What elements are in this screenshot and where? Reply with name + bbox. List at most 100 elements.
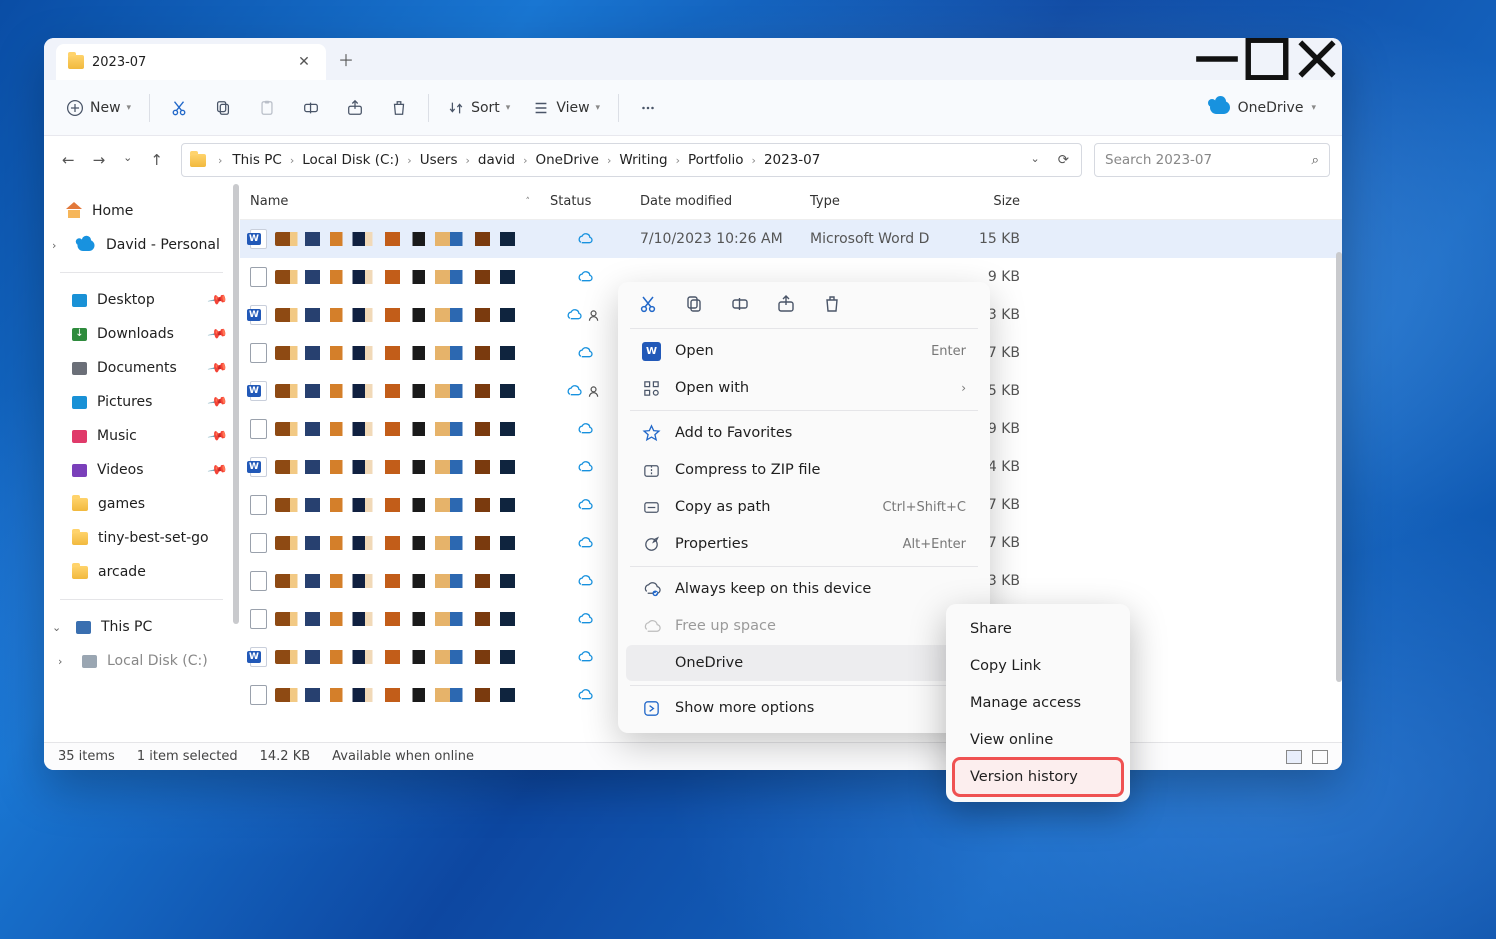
sort-button[interactable]: Sort▾: [437, 90, 520, 126]
status-icon: [540, 382, 630, 400]
maximize-button[interactable]: [1242, 38, 1292, 80]
file-row[interactable]: 7/10/2023 10:26 AMMicrosoft Word D15 KB: [240, 220, 1342, 258]
col-size[interactable]: Size: [940, 194, 1030, 209]
more-button[interactable]: [627, 90, 669, 126]
ctx-rename-button[interactable]: [730, 294, 750, 314]
window-controls: [1192, 38, 1342, 80]
col-type[interactable]: Type: [800, 194, 940, 209]
col-date[interactable]: Date modified: [630, 194, 800, 209]
refresh-button[interactable]: ⟳: [1058, 152, 1069, 168]
breadcrumb[interactable]: OneDrive: [531, 152, 602, 168]
status-size: 14.2 KB: [260, 749, 311, 764]
tab-title: 2023-07: [92, 55, 146, 70]
breadcrumb[interactable]: Portfolio: [684, 152, 748, 168]
sidebar-item-desktop[interactable]: Desktop📌: [44, 283, 239, 317]
titlebar: 2023-07 ✕ ＋: [44, 38, 1342, 80]
address-row: ← → ⌄ ↑ › This PC›Local Disk (C:)›Users›…: [44, 136, 1342, 184]
folder-icon: [72, 362, 87, 375]
address-bar[interactable]: › This PC›Local Disk (C:)›Users›david›On…: [181, 143, 1082, 177]
file-name-redacted: [275, 460, 525, 474]
status-count: 35 items: [58, 749, 115, 764]
ctx-show-more[interactable]: Show more options: [626, 690, 982, 726]
col-status[interactable]: Status: [540, 194, 630, 209]
delete-button[interactable]: [378, 90, 420, 126]
content-scrollbar[interactable]: [1336, 252, 1342, 682]
share-button[interactable]: [334, 90, 376, 126]
view-large-button[interactable]: [1312, 750, 1328, 764]
ctx-cut-button[interactable]: [638, 294, 658, 314]
breadcrumb[interactable]: Users: [416, 152, 462, 168]
sidebar-item-tiny-best-set-go[interactable]: tiny-best-set-go: [44, 521, 239, 555]
sidebar-item-downloads[interactable]: ↓Downloads📌: [44, 317, 239, 351]
ctx-open-with[interactable]: Open with›: [626, 370, 982, 406]
sidebar-scrollbar[interactable]: [233, 184, 239, 624]
ctx-always-keep[interactable]: Always keep on this device: [626, 571, 982, 607]
file-icon: [250, 419, 267, 439]
sidebar-local-disk[interactable]: › Local Disk (C:): [44, 644, 239, 678]
sidebar-item-documents[interactable]: Documents📌: [44, 351, 239, 385]
tab-close-button[interactable]: ✕: [294, 52, 314, 72]
column-headers: Name˄ Status Date modified Type Size: [240, 184, 1342, 220]
pin-icon: 📌: [206, 391, 228, 413]
onedrive-toolbar-button[interactable]: OneDrive ▾: [1196, 90, 1330, 126]
sidebar-this-pc[interactable]: ⌄ This PC: [44, 610, 239, 644]
copy-button[interactable]: [202, 90, 244, 126]
minimize-button[interactable]: [1192, 38, 1242, 80]
address-dropdown[interactable]: ⌄: [1030, 152, 1039, 168]
breadcrumb[interactable]: 2023-07: [760, 152, 824, 168]
recent-button[interactable]: ⌄: [123, 151, 132, 169]
new-tab-button[interactable]: ＋: [326, 38, 366, 80]
file-name-redacted: [275, 232, 525, 246]
submenu-view-online[interactable]: View online: [954, 722, 1122, 758]
close-button[interactable]: [1292, 38, 1342, 80]
sidebar-onedrive-personal[interactable]: › David - Personal: [44, 228, 239, 262]
ctx-open[interactable]: W OpenEnter: [626, 333, 982, 369]
view-button[interactable]: View▾: [522, 90, 610, 126]
breadcrumb[interactable]: david: [474, 152, 519, 168]
ctx-favorites[interactable]: Add to Favorites: [626, 415, 982, 451]
breadcrumb[interactable]: Local Disk (C:): [298, 152, 403, 168]
status-icon: [540, 686, 630, 704]
ctx-zip[interactable]: Compress to ZIP file: [626, 452, 982, 488]
word-file-icon: [250, 457, 267, 477]
forward-button[interactable]: →: [93, 151, 106, 169]
folder-icon: [72, 532, 88, 545]
status-availability: Available when online: [332, 749, 474, 764]
sidebar-item-pictures[interactable]: Pictures📌: [44, 385, 239, 419]
ctx-copy-button[interactable]: [684, 294, 704, 314]
breadcrumb[interactable]: Writing: [615, 152, 671, 168]
back-button[interactable]: ←: [62, 151, 75, 169]
pin-icon: 📌: [206, 289, 228, 311]
search-input[interactable]: Search 2023-07 ⌕: [1094, 143, 1330, 177]
sidebar-home[interactable]: Home: [44, 194, 239, 228]
submenu-copy-link[interactable]: Copy Link: [954, 648, 1122, 684]
submenu-share[interactable]: Share: [954, 611, 1122, 647]
ctx-delete-button[interactable]: [822, 294, 842, 314]
ctx-properties[interactable]: PropertiesAlt+Enter: [626, 526, 982, 562]
col-name[interactable]: Name˄: [240, 194, 540, 209]
up-button[interactable]: ↑: [150, 151, 163, 169]
rename-button[interactable]: [290, 90, 332, 126]
window-tab[interactable]: 2023-07 ✕: [56, 44, 326, 80]
file-icon: [250, 609, 267, 629]
ctx-share-button[interactable]: [776, 294, 796, 314]
paste-button[interactable]: [246, 90, 288, 126]
sidebar-item-games[interactable]: games: [44, 487, 239, 521]
sidebar-item-arcade[interactable]: arcade: [44, 555, 239, 589]
sidebar-item-videos[interactable]: Videos📌: [44, 453, 239, 487]
sidebar-item-music[interactable]: Music📌: [44, 419, 239, 453]
file-name-redacted: [275, 270, 525, 284]
submenu-version-history[interactable]: Version history: [954, 759, 1122, 795]
search-icon: ⌕: [1311, 152, 1319, 168]
status-icon: [540, 572, 630, 590]
status-icon: [540, 230, 630, 248]
view-details-button[interactable]: [1286, 750, 1302, 764]
ctx-copy-path[interactable]: Copy as pathCtrl+Shift+C: [626, 489, 982, 525]
submenu-manage[interactable]: Manage access: [954, 685, 1122, 721]
ctx-onedrive[interactable]: OneDrive›: [626, 645, 982, 681]
status-icon: [540, 496, 630, 514]
cut-button[interactable]: [158, 90, 200, 126]
file-name-redacted: [275, 650, 525, 664]
breadcrumb[interactable]: This PC: [228, 152, 285, 168]
new-button[interactable]: New ▾: [56, 90, 141, 126]
